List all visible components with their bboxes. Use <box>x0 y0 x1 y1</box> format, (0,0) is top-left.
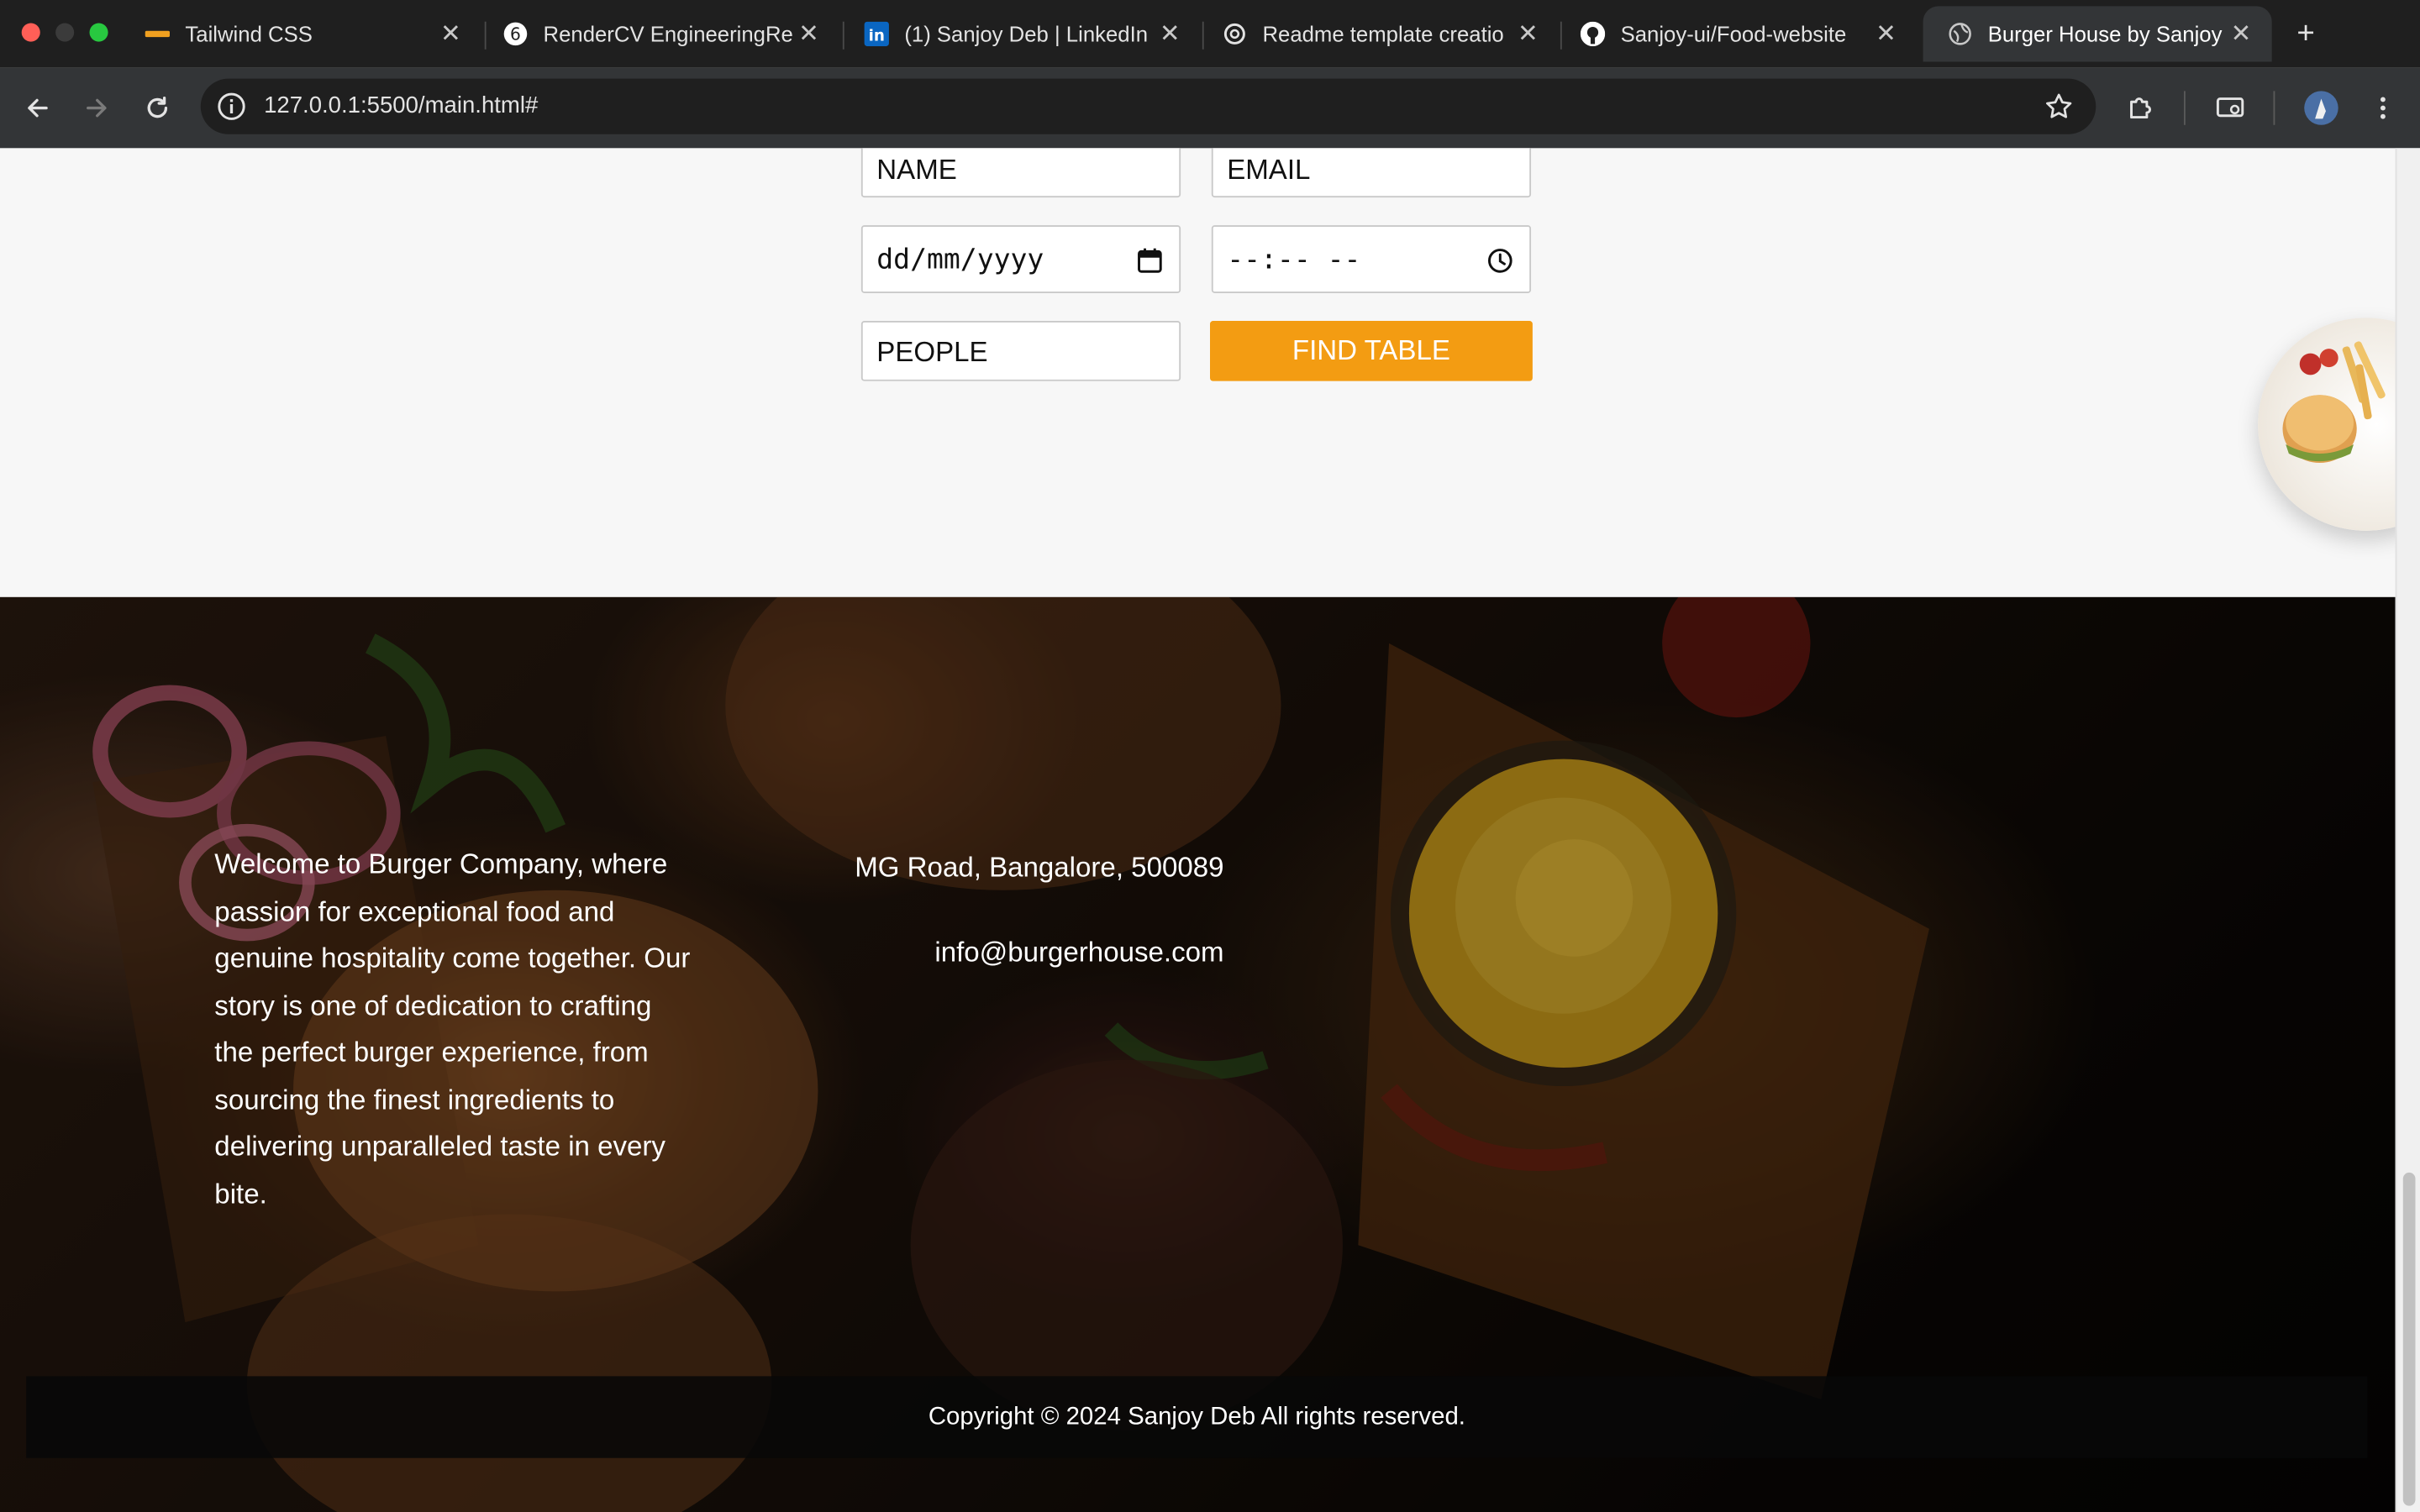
find-table-button[interactable]: FIND TABLE <box>1210 321 1533 381</box>
reload-button[interactable] <box>137 88 177 129</box>
name-input[interactable]: NAME <box>860 148 1181 198</box>
about-text: Welcome to Burger Company, where passion… <box>214 848 691 1210</box>
browser-toolbar: 127.0.0.1:5500/main.html# <box>0 67 2420 149</box>
forward-button[interactable] <box>77 88 118 129</box>
clock-icon[interactable] <box>1486 247 1514 275</box>
rendercv-favicon-icon: 6 <box>503 22 528 46</box>
tab-tailwind-css[interactable]: Tailwind CSS ✕ <box>120 6 481 61</box>
close-tab-icon[interactable]: ✕ <box>1516 22 1540 48</box>
people-placeholder: PEOPLE <box>876 336 988 368</box>
url-text: 127.0.0.1:5500/main.html# <box>264 92 539 119</box>
arrow-right-icon <box>87 98 107 118</box>
date-input[interactable]: dd/mm/yyyy <box>860 225 1181 293</box>
extensions-button[interactable] <box>2121 88 2161 129</box>
tab-rendercv[interactable]: 6 RenderCV EngineeringRe ✕ <box>478 6 839 61</box>
site-info-icon[interactable] <box>216 91 247 122</box>
people-input[interactable]: PEOPLE <box>860 321 1181 381</box>
page-viewport: NAME EMAIL dd/mm/yyyy --:-- -- PEOPLE FI… <box>0 148 2396 1512</box>
email-input[interactable]: EMAIL <box>1211 148 1532 198</box>
tab-github-food-website[interactable]: Sanjoy-ui/Food-website ✕ <box>1555 6 1917 61</box>
tailwind-favicon-icon <box>145 22 171 46</box>
reservation-section: NAME EMAIL dd/mm/yyyy --:-- -- PEOPLE FI… <box>0 148 2396 597</box>
linkedin-favicon-icon: in <box>864 21 889 47</box>
time-placeholder: --:-- -- <box>1227 244 1361 276</box>
arrow-left-icon <box>28 98 48 118</box>
tab-title: Burger House by Sanjoy <box>1987 21 2223 47</box>
name-placeholder: NAME <box>876 154 957 186</box>
scrollbar-thumb[interactable] <box>2402 1172 2416 1506</box>
calendar-icon[interactable] <box>1136 247 1164 275</box>
address-bar[interactable]: 127.0.0.1:5500/main.html# <box>200 78 2096 134</box>
close-tab-icon[interactable]: ✕ <box>1874 22 1898 48</box>
close-tab-icon[interactable]: ✕ <box>2228 22 2253 48</box>
close-window-button[interactable] <box>21 23 40 42</box>
minimize-window-button[interactable] <box>55 23 75 42</box>
avatar-icon <box>2304 91 2338 125</box>
close-tab-icon[interactable]: ✕ <box>797 22 821 48</box>
copyright-bar: Copyright © 2024 Sanjoy Deb All rights r… <box>26 1376 2368 1458</box>
svg-text:in: in <box>869 28 885 45</box>
close-tab-icon[interactable]: ✕ <box>1158 22 1182 48</box>
close-tab-icon[interactable]: ✕ <box>439 22 463 48</box>
burger-plate-illustration <box>2282 341 2386 464</box>
site-footer: Welcome to Burger Company, where passion… <box>0 596 2396 1512</box>
globe-favicon-icon <box>1948 22 1972 46</box>
tab-title: Sanjoy-ui/Food-website <box>1620 21 1847 47</box>
copyright-text: Copyright © 2024 Sanjoy Deb All rights r… <box>928 1403 1465 1430</box>
address-text: MG Road, Bangalore, 500089 <box>855 851 1224 883</box>
zoom-window-button[interactable] <box>89 23 108 42</box>
tab-burger-house[interactable]: Burger House by Sanjoy ✕ <box>1923 6 2272 62</box>
tab-title: RenderCV EngineeringRe <box>543 21 793 47</box>
tab-title: (1) Sanjoy Deb | LinkedIn <box>904 21 1149 47</box>
back-button[interactable] <box>17 88 57 129</box>
chatgpt-favicon-icon <box>1223 22 1247 46</box>
toolbar-separator <box>2183 91 2186 125</box>
profile-avatar[interactable] <box>2302 88 2342 129</box>
svg-text:6: 6 <box>510 24 521 45</box>
tab-readme-template[interactable]: Readme template creatio ✕ <box>1197 6 1559 61</box>
cast-button[interactable] <box>2210 88 2250 129</box>
page-scrollbar[interactable] <box>2395 148 2420 1512</box>
time-input[interactable]: --:-- -- <box>1211 225 1532 293</box>
toolbar-separator <box>2273 91 2275 125</box>
burger-plate-image <box>2258 318 2396 531</box>
bookmark-star-icon[interactable] <box>2044 91 2075 122</box>
email-text: info@burgerhouse.com <box>934 936 1224 968</box>
reload-icon <box>147 96 168 118</box>
date-placeholder: dd/mm/yyyy <box>876 244 1044 276</box>
kebab-menu-icon <box>2380 97 2386 119</box>
browser-tab-strip: Tailwind CSS ✕ 6 RenderCV EngineeringRe … <box>0 0 2420 68</box>
new-tab-button[interactable]: + <box>2287 15 2324 52</box>
tab-title: Tailwind CSS <box>185 21 313 47</box>
puzzle-icon <box>2130 97 2152 119</box>
cast-search-icon <box>2216 97 2244 118</box>
tab-title: Readme template creatio <box>1262 21 1504 47</box>
browser-menu-button[interactable] <box>2363 88 2403 129</box>
email-placeholder: EMAIL <box>1227 154 1311 186</box>
github-favicon-icon <box>1580 21 1606 47</box>
tab-linkedin[interactable]: in (1) Sanjoy Deb | LinkedIn ✕ <box>839 6 1201 61</box>
